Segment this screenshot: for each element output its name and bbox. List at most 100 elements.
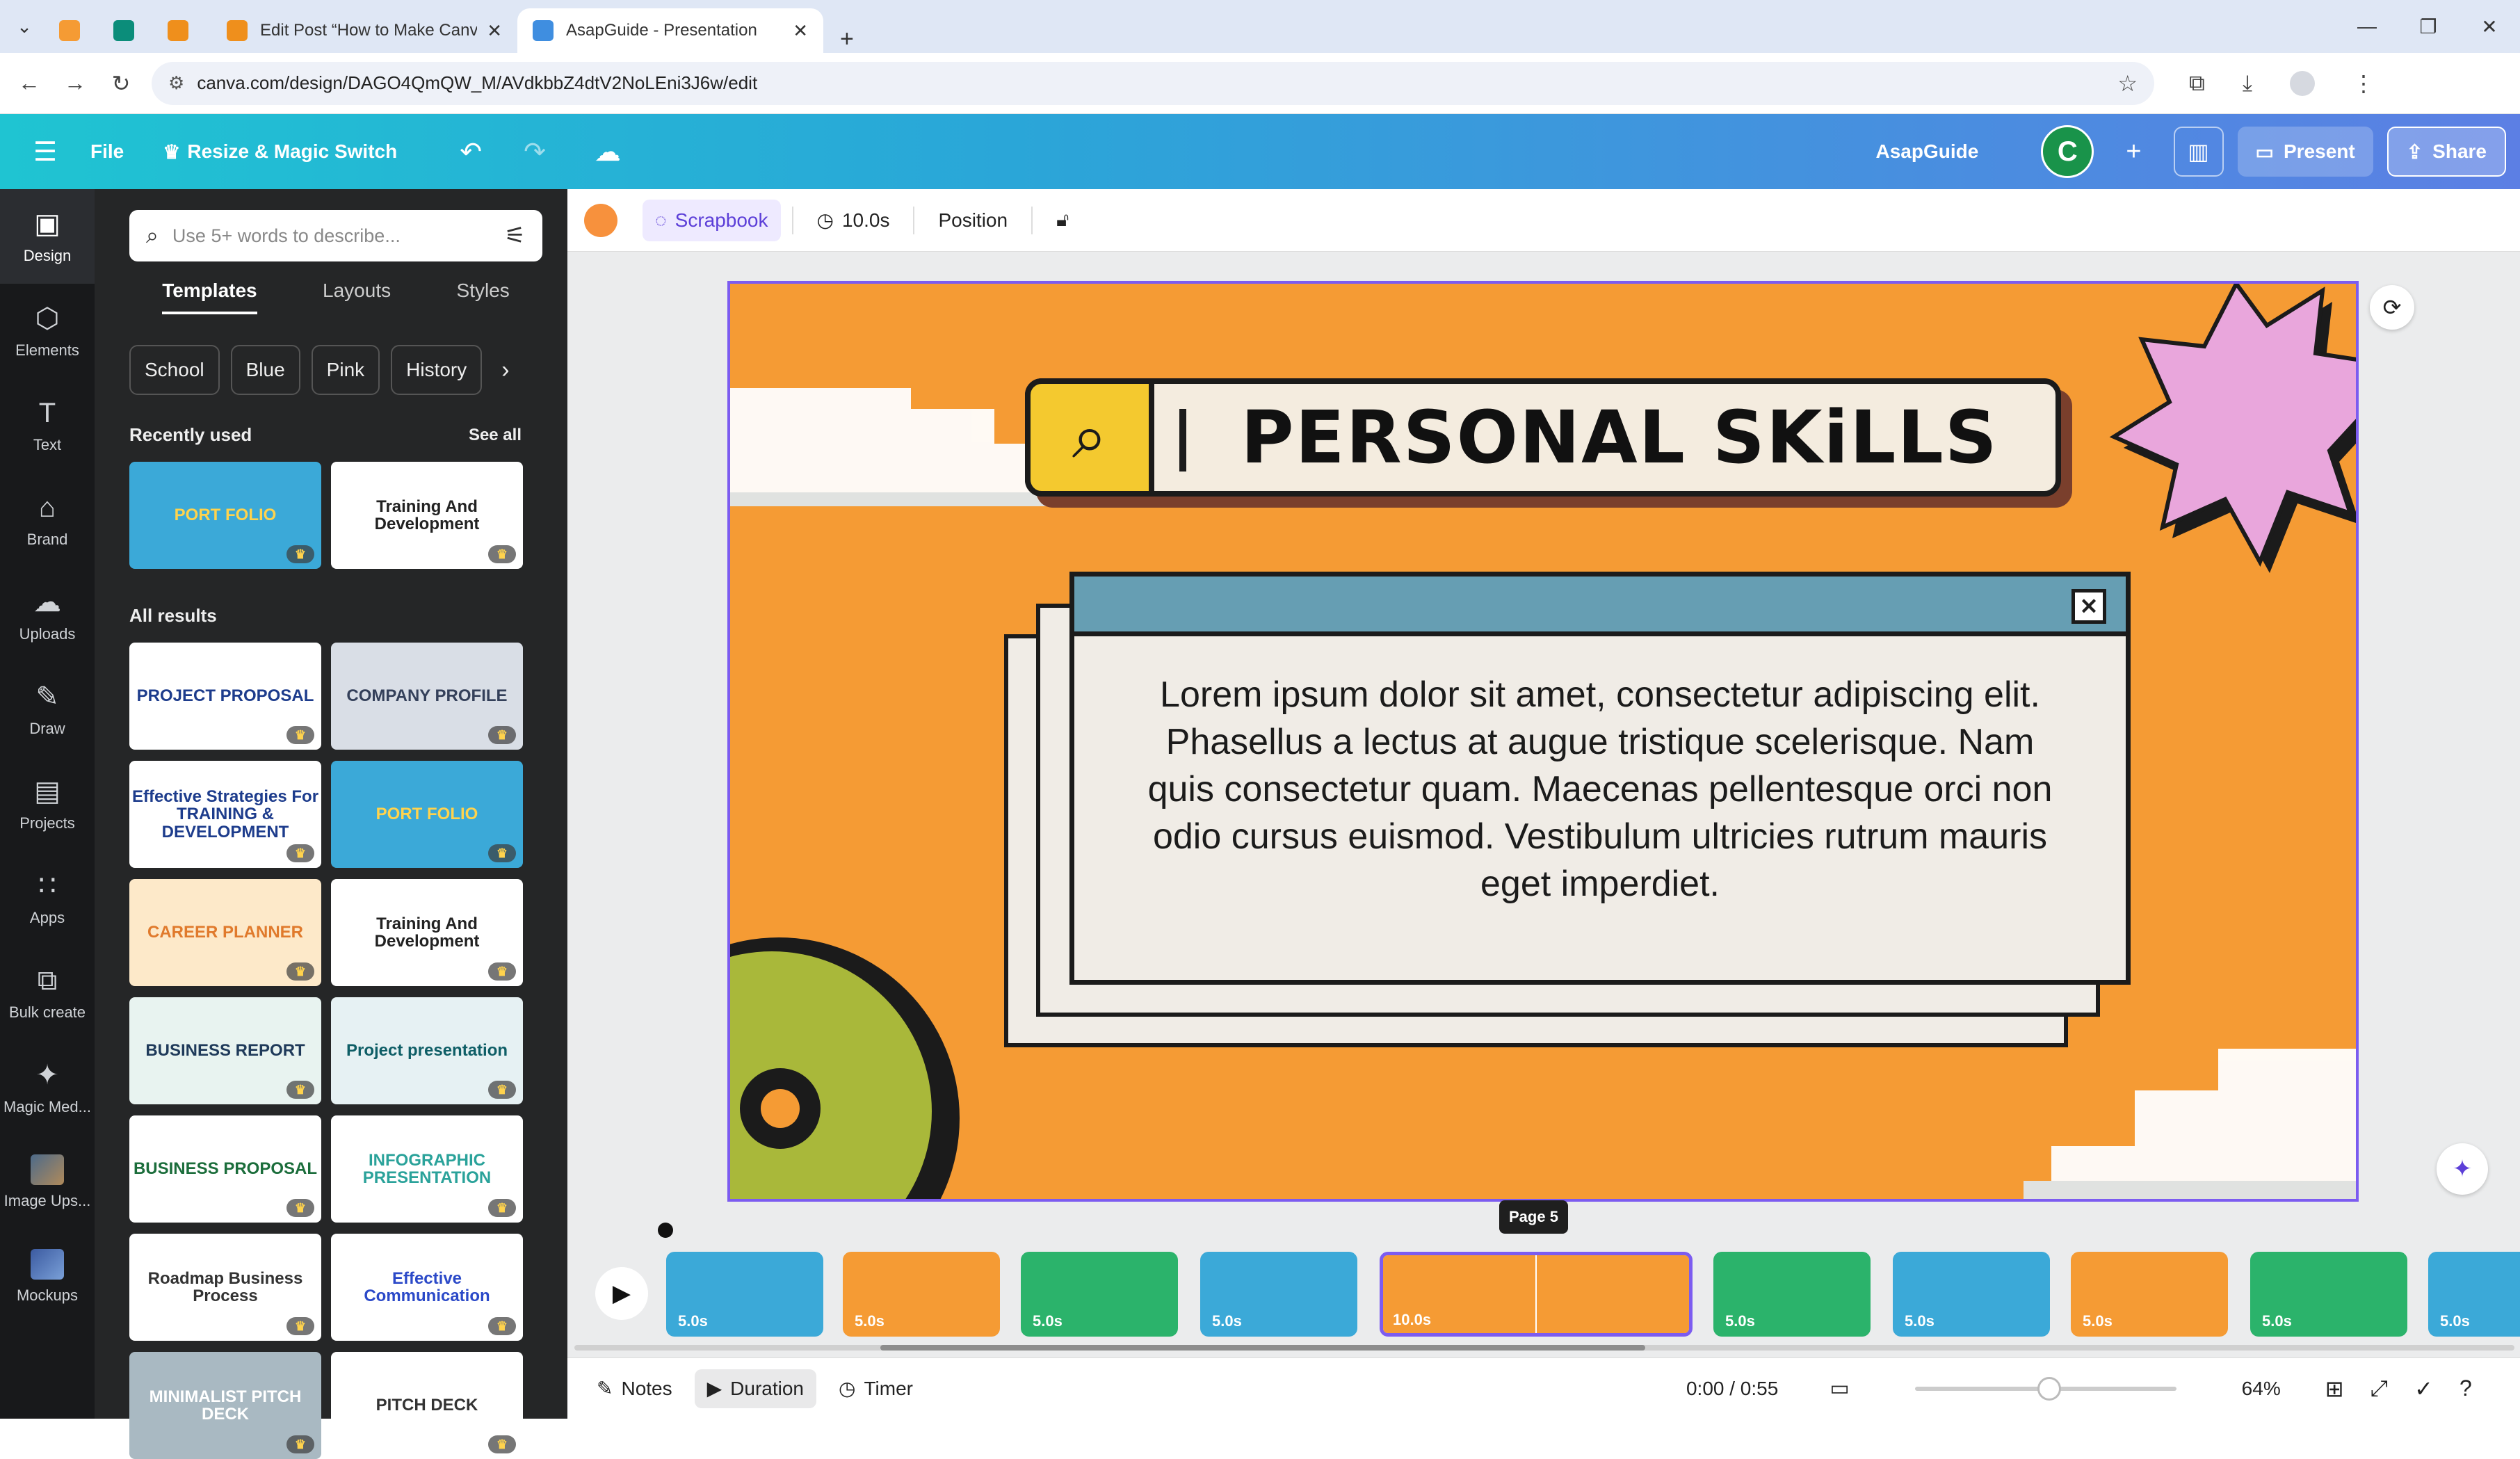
browser-tab[interactable]: [49, 8, 103, 53]
rail-item-elements[interactable]: ⬡ Elements: [0, 284, 95, 378]
browser-tab[interactable]: [157, 8, 211, 53]
page-thumbnail[interactable]: 5.0s: [1200, 1252, 1357, 1337]
minimize-icon[interactable]: —: [2336, 15, 2398, 38]
browser-tab-active[interactable]: AsapGuide - Presentation ✕: [517, 8, 823, 53]
rail-item-uploads[interactable]: ☁ Uploads: [0, 567, 95, 662]
rail-item-design[interactable]: ▣ Design: [0, 189, 95, 284]
notes-button[interactable]: ✎ Notes: [584, 1369, 685, 1408]
page-thumbnail[interactable]: 5.0s: [2071, 1252, 2228, 1337]
lock-icon[interactable]: 🔓︎: [1044, 200, 1081, 241]
page-thumbnail[interactable]: 5.0s: [1713, 1252, 1871, 1337]
page-view-icon[interactable]: ▭: [1830, 1376, 1849, 1401]
chip-blue[interactable]: Blue: [230, 345, 300, 395]
back-icon[interactable]: ←: [13, 70, 46, 96]
restore-icon[interactable]: ❐: [2398, 15, 2459, 38]
page-thumbnail-current[interactable]: 10.0s: [1380, 1252, 1693, 1337]
play-button[interactable]: ▶: [595, 1267, 648, 1320]
tab-close-icon[interactable]: ✕: [487, 20, 502, 42]
template-thumbnail[interactable]: Roadmap Business Process ♛: [129, 1234, 321, 1341]
tab-styles[interactable]: Styles: [457, 280, 510, 314]
template-thumbnail[interactable]: BUSINESS PROPOSAL ♛: [129, 1115, 321, 1223]
main-menu-icon[interactable]: ☰: [0, 136, 90, 168]
chip-school[interactable]: School: [129, 345, 220, 395]
rail-item-magic-media[interactable]: ✦ Magic Med...: [0, 1040, 95, 1135]
forward-icon[interactable]: →: [58, 70, 92, 96]
template-thumbnail[interactable]: PORT FOLIO ♛: [331, 761, 523, 868]
template-thumbnail[interactable]: BUSINESS REPORT ♛: [129, 997, 321, 1104]
filter-icon[interactable]: ⚟: [505, 222, 526, 250]
page-thumbnail[interactable]: 5.0s: [2428, 1252, 2520, 1337]
present-button[interactable]: ▭ Present: [2237, 127, 2373, 177]
template-thumbnail[interactable]: PORT FOLIO ♛: [129, 462, 321, 569]
reload-icon[interactable]: ↻: [104, 70, 138, 97]
page-thumbnail[interactable]: 5.0s: [666, 1252, 823, 1337]
magic-assistant-icon[interactable]: ✦: [2437, 1143, 2488, 1195]
template-thumbnail[interactable]: MINIMALIST PITCH DECK ♛: [129, 1352, 321, 1459]
fullscreen-icon[interactable]: ⤢: [2370, 1376, 2389, 1402]
invite-plus-icon[interactable]: +: [2126, 137, 2141, 167]
timeline-scroll-thumb[interactable]: [880, 1345, 1645, 1351]
browser-tab[interactable]: [103, 8, 157, 53]
timeline-scrollbar[interactable]: [574, 1345, 2514, 1351]
chip-pink[interactable]: Pink: [311, 345, 380, 395]
bookmark-star-icon[interactable]: ☆: [2117, 70, 2138, 97]
undo-icon[interactable]: ↶: [460, 136, 482, 168]
template-thumbnail[interactable]: INFOGRAPHIC PRESENTATION ♛: [331, 1115, 523, 1223]
template-thumbnail[interactable]: COMPANY PROFILE ♛: [331, 643, 523, 750]
chip-history[interactable]: History: [391, 345, 483, 395]
new-tab-icon[interactable]: +: [840, 26, 854, 53]
page-thumbnail[interactable]: 5.0s: [1893, 1252, 2050, 1337]
page-thumbnail[interactable]: 5.0s: [1021, 1252, 1178, 1337]
grid-view-icon[interactable]: ⊞: [2325, 1376, 2344, 1402]
help-icon[interactable]: ?: [2460, 1376, 2472, 1402]
slide-canvas[interactable]: ✕ Lorem ipsum dolor sit amet, consectetu…: [727, 281, 2359, 1202]
title-search-bar[interactable]: ⌕ PERSONAL SKiLLS: [1025, 378, 2061, 497]
template-thumbnail[interactable]: PROJECT PROPOSAL ♛: [129, 643, 321, 750]
template-thumbnail[interactable]: Effective Strategies For TRAINING & DEVE…: [129, 761, 321, 868]
tab-close-icon[interactable]: ✕: [793, 20, 808, 42]
rail-item-apps[interactable]: ∷ Apps: [0, 851, 95, 946]
template-thumbnail[interactable]: Training And Development ♛: [331, 462, 523, 569]
site-info-icon[interactable]: ⚙: [168, 72, 184, 94]
template-thumbnail[interactable]: CAREER PLANNER ♛: [129, 879, 321, 986]
zoom-slider-handle[interactable]: [2037, 1376, 2061, 1401]
slide-title[interactable]: PERSONAL SKiLLS: [1197, 384, 2042, 491]
rail-item-mockups[interactable]: Mockups: [0, 1230, 95, 1324]
zoom-slider[interactable]: [1914, 1376, 2176, 1401]
refresh-rotate-icon[interactable]: ⟳: [2370, 285, 2414, 330]
resize-magic-switch-button[interactable]: ♛ Resize & Magic Switch: [163, 140, 397, 163]
project-name[interactable]: AsapGuide: [1876, 140, 1979, 163]
rail-item-text[interactable]: T Text: [0, 378, 95, 473]
tab-list-chevron-icon[interactable]: ⌄: [0, 0, 49, 53]
tab-templates[interactable]: Templates: [162, 280, 257, 314]
file-menu[interactable]: File: [90, 140, 124, 163]
window-close-icon[interactable]: ✕: [2459, 15, 2520, 38]
browser-menu-icon[interactable]: ⋮: [2352, 70, 2375, 97]
page-thumbnail[interactable]: 5.0s: [843, 1252, 1000, 1337]
template-thumbnail[interactable]: Training And Development ♛: [331, 879, 523, 986]
timer-button[interactable]: ◷ Timer: [826, 1369, 926, 1408]
browser-tab[interactable]: Edit Post “How to Make Canva ✕: [211, 8, 517, 53]
rail-item-bulk-create[interactable]: ⧉ Bulk create: [0, 946, 95, 1040]
rail-item-projects[interactable]: ▤ Projects: [0, 757, 95, 851]
check-icon[interactable]: ✓: [2414, 1376, 2433, 1402]
duration-toggle[interactable]: ▶︎ Duration: [694, 1369, 817, 1408]
text-window[interactable]: ✕ Lorem ipsum dolor sit amet, consectetu…: [1069, 572, 2131, 985]
downloads-icon[interactable]: ⤓: [2243, 70, 2252, 97]
rail-item-image-upscaler[interactable]: Image Ups...: [0, 1135, 95, 1230]
slide-body-text[interactable]: Lorem ipsum dolor sit amet, consectetur …: [1074, 636, 2126, 942]
zoom-level[interactable]: 64%: [2242, 1378, 2281, 1400]
animation-button[interactable]: ◌ Scrapbook: [643, 199, 781, 241]
insights-chart-icon[interactable]: ▥: [2173, 127, 2224, 177]
template-thumbnail[interactable]: PITCH DECK ♛: [331, 1352, 523, 1459]
playhead-marker[interactable]: [658, 1223, 673, 1238]
template-thumbnail[interactable]: Project presentation ♛: [331, 997, 523, 1104]
url-field[interactable]: ⚙ canva.com/design/DAGO4QmQW_M/AVdkbbZ4d…: [152, 61, 2154, 105]
user-avatar[interactable]: C: [2041, 125, 2094, 178]
duration-button[interactable]: ◷ 10.0s: [805, 200, 903, 241]
tab-layouts[interactable]: Layouts: [323, 280, 391, 314]
chip-scroll-right-icon[interactable]: ›: [493, 345, 517, 395]
extensions-icon[interactable]: ⧉: [2189, 70, 2205, 97]
redo-icon[interactable]: ↷: [524, 136, 546, 168]
share-button[interactable]: ⇪ Share: [2386, 127, 2506, 177]
